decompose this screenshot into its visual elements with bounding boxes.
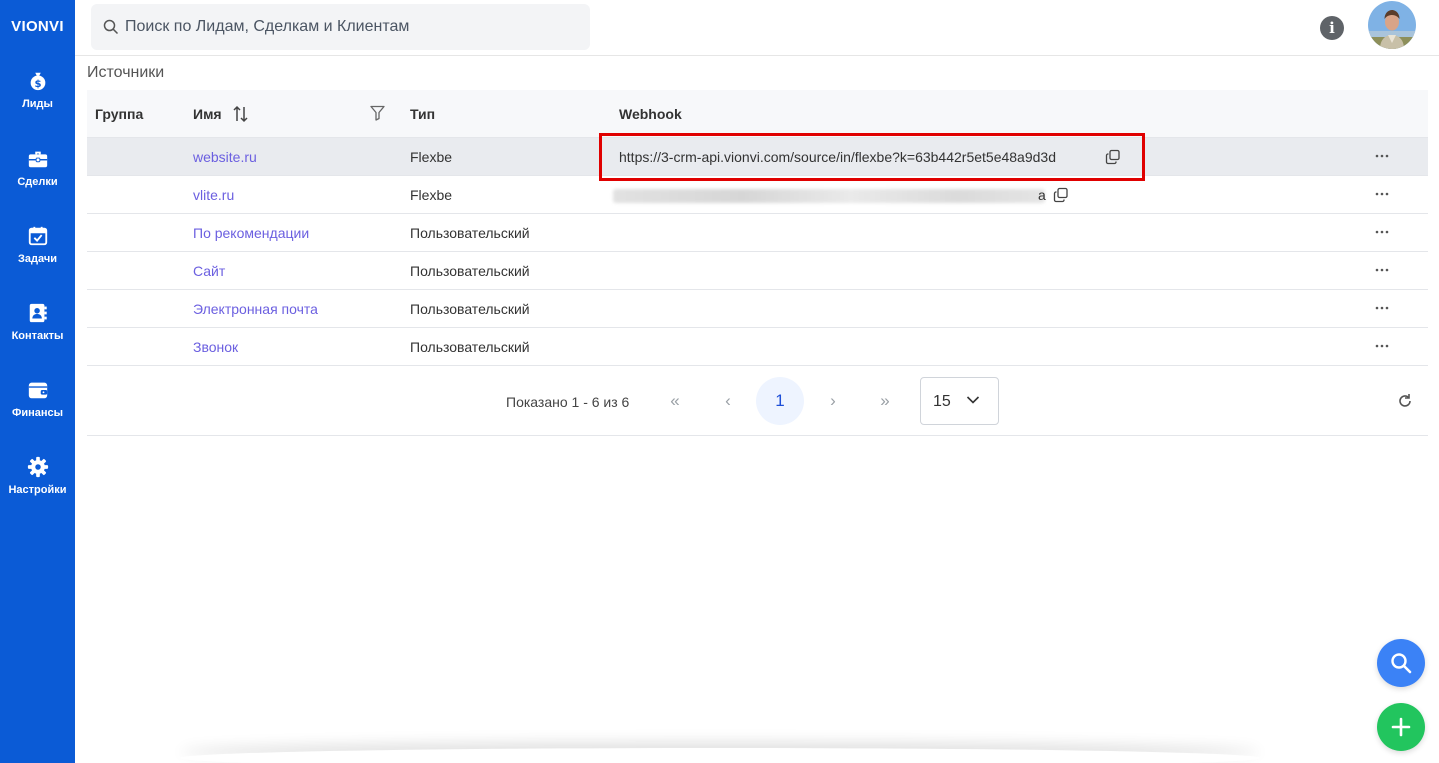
sidebar-item-settings[interactable]: Настройки (0, 456, 75, 526)
more-actions-icon[interactable] (1373, 184, 1391, 204)
user-photo (1368, 1, 1416, 49)
svg-text:$: $ (34, 79, 41, 90)
filter-icon[interactable] (370, 105, 385, 121)
table-header: Группа Имя Тип Webhook (87, 90, 1428, 138)
row-webhook-url[interactable]: https://3-crm-api.vionvi.com/source/in/f… (619, 149, 1056, 165)
row-type: Пользовательский (410, 339, 530, 355)
sources-table: Группа Имя Тип Webhook website.ru Flexbe… (87, 90, 1428, 366)
sort-icon[interactable] (233, 105, 249, 123)
row-name-link[interactable]: website.ru (193, 149, 257, 165)
table-row[interactable]: website.ru Flexbe https://3-crm-api.vion… (87, 138, 1428, 176)
row-name-link[interactable]: Электронная почта (193, 301, 318, 317)
sidebar-item-label: Финансы (11, 407, 64, 419)
sidebar-item-deals[interactable]: Сделки (0, 148, 75, 218)
search-input[interactable] (125, 4, 580, 50)
more-actions-icon[interactable] (1373, 222, 1391, 242)
last-page-button[interactable]: » (871, 388, 899, 416)
chevron-down-icon (966, 396, 980, 404)
avatar[interactable] (1368, 1, 1416, 49)
row-type: Пользовательский (410, 263, 530, 279)
plus-icon (1391, 717, 1411, 737)
row-type: Flexbe (410, 149, 453, 165)
next-page-button[interactable]: › (819, 388, 847, 416)
search-icon (1391, 653, 1412, 674)
table-row[interactable]: Сайт Пользовательский (87, 252, 1428, 290)
sidebar-item-leads[interactable]: $ Лиды (0, 70, 75, 140)
row-name-link[interactable]: Сайт (193, 263, 225, 279)
address-book-icon (29, 303, 47, 323)
sidebar-item-label: Сделки (17, 176, 58, 188)
current-page-button[interactable]: 1 (756, 377, 804, 425)
copy-icon[interactable] (1105, 149, 1121, 165)
more-actions-icon[interactable] (1373, 336, 1391, 356)
column-header-webhook[interactable]: Webhook (619, 106, 682, 122)
column-header-name[interactable]: Имя (193, 106, 222, 122)
brand-logo[interactable]: VIONVI (0, 18, 75, 35)
wallet-icon (28, 382, 47, 399)
row-type: Пользовательский (410, 225, 530, 241)
money-bag-icon: $ (30, 72, 45, 91)
info-button[interactable]: i (1320, 16, 1344, 40)
sidebar-item-label: Лиды (22, 98, 53, 110)
pagination-info: Показано 1 - 6 из 6 (506, 394, 630, 410)
page-size-value: 15 (933, 393, 951, 410)
sidebar-item-finance[interactable]: Финансы (0, 379, 75, 449)
floating-add-button[interactable] (1377, 703, 1425, 751)
sidebar-item-label: Настройки (8, 484, 67, 496)
row-name-link[interactable]: По рекомендации (193, 225, 309, 241)
global-search[interactable] (91, 4, 590, 50)
sidebar-item-label: Контакты (11, 330, 64, 342)
calendar-check-icon (28, 226, 47, 246)
row-type: Flexbe (410, 187, 453, 203)
row-name-link[interactable]: Звонок (193, 339, 238, 355)
floating-search-button[interactable] (1377, 639, 1425, 687)
bottom-shadow (180, 748, 1260, 763)
page-size-select[interactable]: 15 (920, 377, 999, 425)
more-actions-icon[interactable] (1373, 298, 1391, 318)
column-header-group[interactable]: Группа (95, 106, 143, 122)
info-icon: i (1329, 19, 1335, 37)
gear-icon (27, 456, 48, 478)
prev-page-button[interactable]: ‹ (714, 388, 742, 416)
briefcase-icon (28, 151, 47, 168)
top-bar: i (75, 0, 1439, 56)
row-name-link[interactable]: vlite.ru (193, 187, 234, 203)
copy-icon[interactable] (1053, 187, 1069, 203)
sidebar-item-contacts[interactable]: Контакты (0, 302, 75, 372)
table-row[interactable]: Электронная почта Пользовательский (87, 290, 1428, 328)
pagination: Показано 1 - 6 из 6 « ‹ 1 › » 15 (87, 366, 1428, 436)
row-webhook-url[interactable]: a (1038, 187, 1046, 203)
page-title: Источники (87, 64, 165, 81)
more-actions-icon[interactable] (1373, 260, 1391, 280)
first-page-button[interactable]: « (661, 388, 689, 416)
sidebar: VIONVI $ Лиды Сделки Задачи Контакты Фин… (0, 0, 75, 763)
sidebar-item-label: Задачи (18, 253, 57, 265)
row-type: Пользовательский (410, 301, 530, 317)
search-icon (103, 19, 119, 35)
more-actions-icon[interactable] (1373, 146, 1391, 166)
table-row[interactable]: vlite.ru Flexbe a (87, 176, 1428, 214)
table-row[interactable]: Звонок Пользовательский (87, 328, 1428, 366)
table-row[interactable]: По рекомендации Пользовательский (87, 214, 1428, 252)
refresh-icon[interactable] (1396, 392, 1414, 410)
redacted-webhook-url (613, 189, 1045, 203)
column-header-type[interactable]: Тип (410, 106, 435, 122)
sidebar-item-tasks[interactable]: Задачи (0, 225, 75, 295)
